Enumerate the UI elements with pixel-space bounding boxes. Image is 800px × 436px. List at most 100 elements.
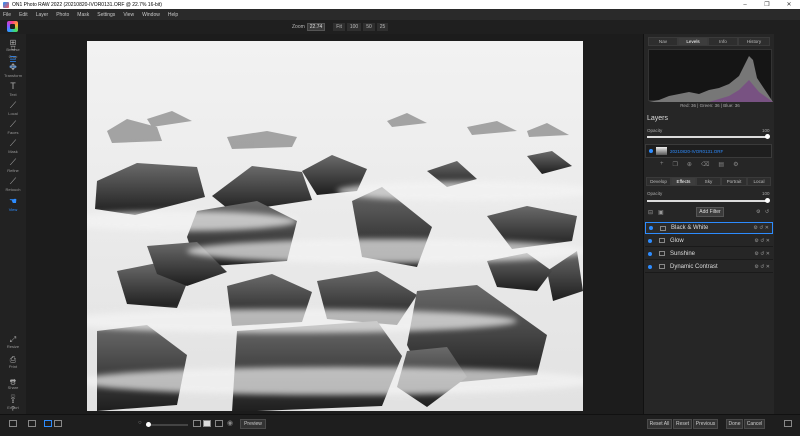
module-resize[interactable]: ⤢ Resize xyxy=(0,335,26,349)
toggle-right-panel-icon[interactable] xyxy=(784,420,792,427)
tab-sky[interactable]: Sky xyxy=(696,177,721,186)
zoom-fit-button[interactable]: Fit xyxy=(333,23,345,31)
previous-button[interactable]: Previous xyxy=(693,419,718,429)
tab-portrait[interactable]: Portrait xyxy=(721,177,747,186)
filter-sunshine[interactable]: Sunshine ⚙ ↺ ✕ xyxy=(645,248,773,260)
tool-refine[interactable]: ⟋ Refine xyxy=(0,158,26,174)
menu-settings[interactable]: Settings xyxy=(97,12,115,18)
module-tabs: Develop Effects Sky Portrait Local xyxy=(646,177,771,186)
preview-slider-knob[interactable] xyxy=(146,422,151,427)
module-print[interactable]: ⎙ Print xyxy=(0,355,26,369)
tab-nav[interactable]: Nav xyxy=(648,37,678,46)
eye-icon[interactable]: ◉ xyxy=(227,419,233,427)
add-layer-icon[interactable]: + xyxy=(660,161,664,168)
preview-button[interactable]: Preview xyxy=(240,419,266,429)
tab-history[interactable]: History xyxy=(738,37,770,46)
filter-gear-icon[interactable]: ⚙ ↺ ✕ xyxy=(754,238,770,244)
reset-all-button[interactable]: Reset All xyxy=(647,419,672,429)
filter-mask-icon[interactable]: ▣ xyxy=(658,209,664,216)
menu-bar: File Edit Layer Photo Mask Settings View… xyxy=(0,9,800,20)
filmstrip-icon[interactable] xyxy=(28,420,36,427)
mask-view-icon[interactable] xyxy=(193,420,201,427)
presets-icon[interactable]: ⊟ xyxy=(648,209,653,216)
filter-reset-icon[interactable]: ↺ xyxy=(765,209,769,215)
module-edit[interactable]: ☰ Edit xyxy=(0,55,26,69)
add-filter-button[interactable]: Add Filter xyxy=(696,207,724,217)
layers-title: Layers xyxy=(647,115,669,122)
filter-black-white[interactable]: Black & White ⚙ ↺ ✕ xyxy=(645,222,773,234)
cancel-button[interactable]: Cancel xyxy=(744,419,765,429)
preview-slider[interactable] xyxy=(146,424,188,426)
top-tabs: Nav Levels Info History xyxy=(648,37,770,46)
layer-settings-icon[interactable]: ⚙ xyxy=(733,161,738,168)
filter-gear-icon[interactable]: ⚙ ↺ ✕ xyxy=(754,264,770,270)
filter-glow[interactable]: Glow ⚙ ↺ ✕ xyxy=(645,235,773,247)
tab-levels[interactable]: Levels xyxy=(678,37,708,46)
zoom-input[interactable]: 22.74 xyxy=(306,23,326,31)
layer-opacity-knob[interactable] xyxy=(765,134,770,139)
tool-local[interactable]: ⟋ Local xyxy=(0,101,26,117)
menu-file[interactable]: File xyxy=(3,12,11,18)
layer-item[interactable]: 20210820-IVOR0131.ORF xyxy=(645,144,772,158)
menu-layer[interactable]: Layer xyxy=(36,12,49,18)
tool-text[interactable]: T Text xyxy=(0,82,26,98)
filter-settings-icon[interactable]: ⚙ xyxy=(756,209,760,215)
tool-view[interactable]: ☚ View xyxy=(0,196,26,213)
menu-edit[interactable]: Edit xyxy=(19,12,28,18)
photo-preview[interactable] xyxy=(87,41,583,411)
effects-opacity-label: Opacity xyxy=(647,191,663,196)
filter-dynamic-contrast[interactable]: Dynamic Contrast ⚙ ↺ ✕ xyxy=(645,261,773,273)
merge-layer-icon[interactable]: ⊕ xyxy=(687,161,692,168)
filter-toggle-dot[interactable] xyxy=(649,226,653,230)
copy-layer-icon[interactable]: ❐ xyxy=(673,161,678,168)
tool-mask[interactable]: ⟋ Mask xyxy=(0,139,26,155)
layer-visibility-dot[interactable] xyxy=(649,149,653,153)
single-view-icon[interactable] xyxy=(44,420,52,427)
menu-photo[interactable]: Photo xyxy=(56,12,69,18)
maximize-button[interactable]: ❐ xyxy=(756,1,778,8)
tab-effects[interactable]: Effects xyxy=(671,177,696,186)
layer-opacity-slider[interactable] xyxy=(647,136,768,138)
filter-toggle-dot[interactable] xyxy=(648,251,652,256)
module-browse[interactable]: ⊞ Browse xyxy=(0,38,26,52)
histogram-graph xyxy=(649,56,773,102)
zoom-controls: Zoom 22.74 Fit 100 50 25 xyxy=(292,23,389,31)
menu-mask[interactable]: Mask xyxy=(77,12,89,18)
module-share[interactable]: ➦ Share xyxy=(0,376,26,390)
split-view-icon[interactable] xyxy=(215,420,223,427)
filter-name: Dynamic Contrast xyxy=(670,263,718,270)
zoom-50-button[interactable]: 50 xyxy=(363,23,375,31)
compare-view-icon[interactable] xyxy=(54,420,62,427)
layer-actions: + ❐ ⊕ ⌫ ▤ ⚙ xyxy=(660,161,738,168)
menu-view[interactable]: View xyxy=(123,12,134,18)
filter-gear-icon[interactable]: ⚙ ↺ ✕ xyxy=(753,225,769,231)
menu-window[interactable]: Window xyxy=(142,12,160,18)
done-button[interactable]: Done xyxy=(726,419,743,429)
menu-help[interactable]: Help xyxy=(168,12,178,18)
reset-button[interactable]: Reset xyxy=(673,419,692,429)
filter-toggle-dot[interactable] xyxy=(648,238,652,243)
delete-layer-icon[interactable]: ⌫ xyxy=(701,161,709,168)
close-button[interactable]: ✕ xyxy=(778,1,800,8)
module-export[interactable]: ⇪ Export xyxy=(0,396,26,410)
zoom-25-button[interactable]: 25 xyxy=(376,23,389,31)
effects-opacity-knob[interactable] xyxy=(765,198,770,203)
ab-view-icon[interactable] xyxy=(203,420,211,427)
toggle-left-panel-icon[interactable] xyxy=(9,420,17,427)
brightness-small-icon: ○ xyxy=(138,420,142,426)
tab-local[interactable]: Local xyxy=(747,177,771,186)
layer-mask-icon[interactable]: ▤ xyxy=(718,161,724,168)
tool-faces[interactable]: ⟋ Faces xyxy=(0,120,26,136)
zoom-100-button[interactable]: 100 xyxy=(346,23,362,31)
minimize-button[interactable]: – xyxy=(734,2,756,8)
layer-opacity-value: 100 xyxy=(762,128,770,133)
filter-toggle-dot[interactable] xyxy=(648,264,652,269)
layer-thumbnail xyxy=(656,147,667,155)
print-icon: ⎙ xyxy=(9,355,17,364)
tab-info[interactable]: Info xyxy=(708,37,738,46)
tool-retouch[interactable]: ⟋ Retouch xyxy=(0,177,26,193)
tab-develop[interactable]: Develop xyxy=(646,177,671,186)
filter-gear-icon[interactable]: ⚙ ↺ ✕ xyxy=(754,251,770,257)
effects-opacity-slider[interactable] xyxy=(647,200,768,202)
view-icon: ☚ xyxy=(8,196,18,206)
